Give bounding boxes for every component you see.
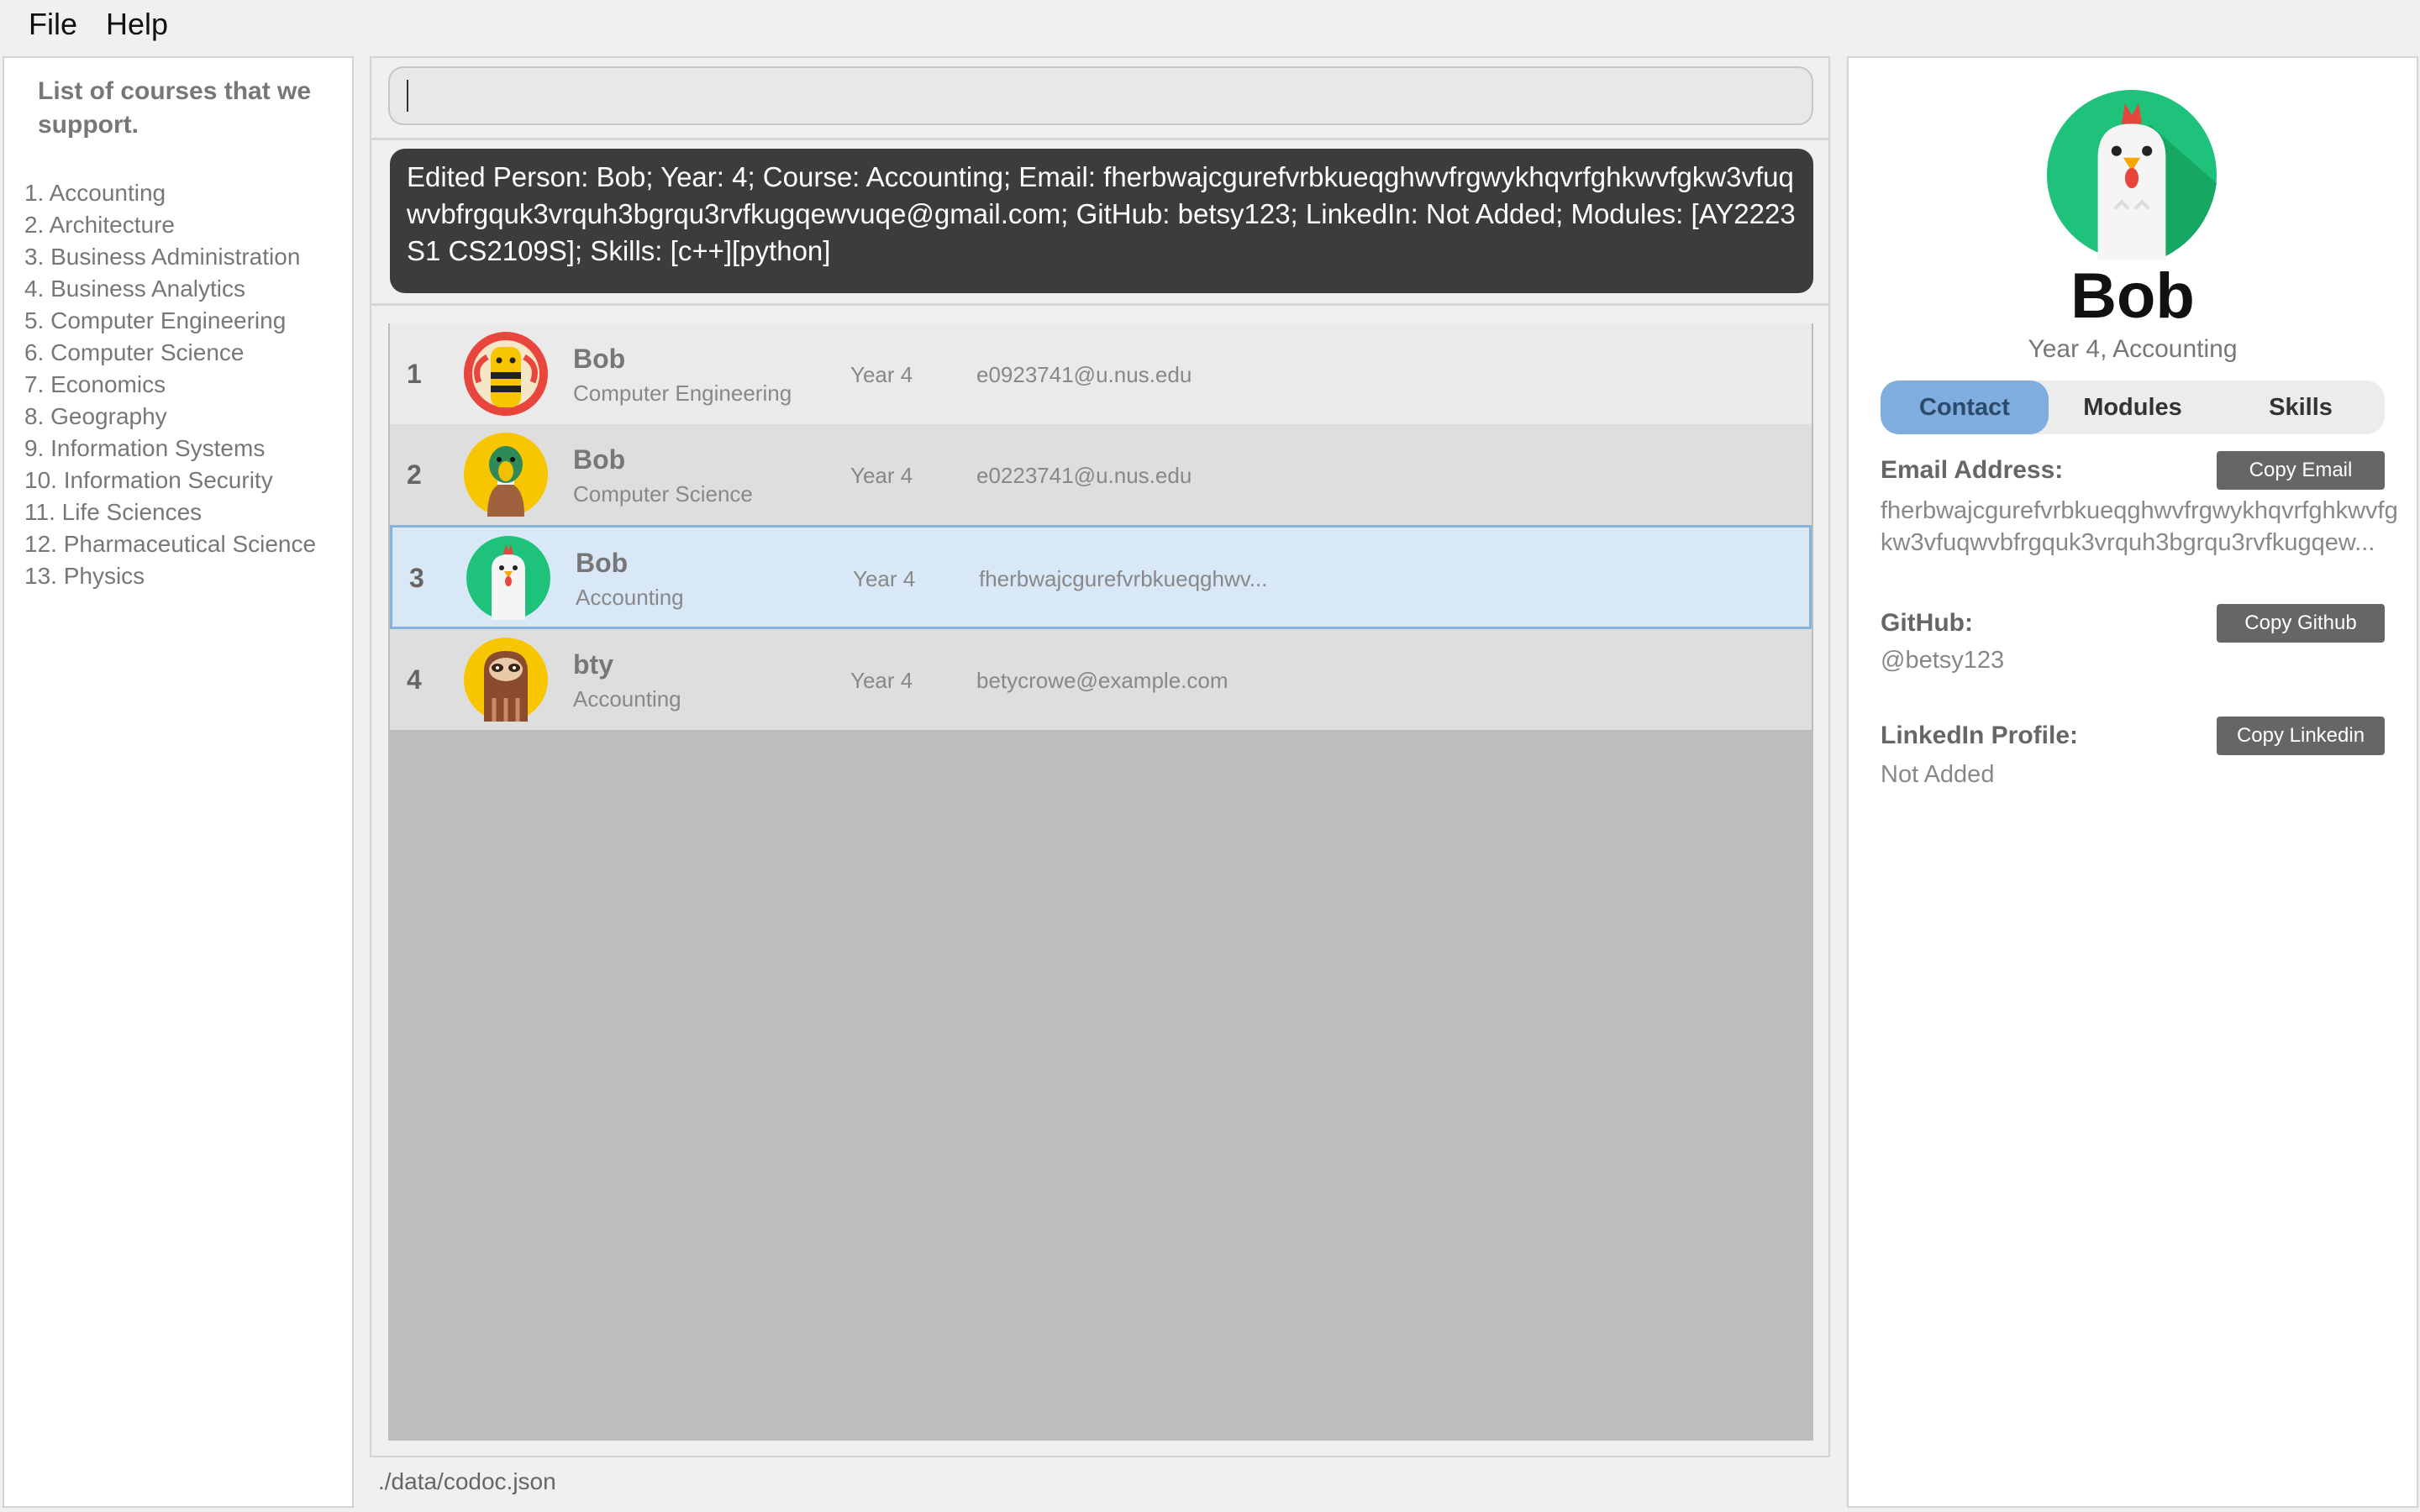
copy-linkedin-button[interactable]: Copy Linkedin [2217,717,2385,755]
email-label: Email Address: [1881,456,2064,484]
profile-name: Bob [2070,260,2195,332]
duck-icon [464,433,548,517]
course-item: 8. Geography [24,403,167,429]
linkedin-label: LinkedIn Profile: [1881,722,2079,749]
menu-help[interactable]: Help [106,7,168,42]
divider [371,303,1828,306]
result-display: Edited Person: Bob; Year: 4; Course: Acc… [390,149,1813,293]
divider [371,138,1828,140]
person-index: 2 [407,459,422,490]
copy-github-button[interactable]: Copy Github [2217,604,2385,643]
bee-icon [464,332,548,416]
copy-email-button[interactable]: Copy Email [2217,451,2385,490]
person-list[interactable]: 1 Bob Computer Engineering Year 4 e09237… [388,323,1813,1441]
person-course: Accounting [576,585,684,610]
course-list-title: List of courses that we support. [38,77,312,139]
course-list-panel: List of courses that we support. 1. Acco… [3,56,354,1508]
person-index: 3 [409,563,424,593]
person-email: e0923741@u.nus.edu [976,362,1192,387]
course-item: 9. Information Systems [24,435,266,461]
course-item: 3. Business Administration [24,244,301,270]
chicken-icon [466,536,550,620]
person-card[interactable]: 2 Bob Computer Science Year 4 e0223741@u… [390,424,1812,525]
course-item: 7. Economics [24,371,166,397]
course-item: 4. Business Analytics [24,276,246,302]
email-value: fherbwajcgurefvrbkueqghwvfrgwykhqvrfghkw… [1881,497,2398,556]
person-email: e0223741@u.nus.edu [976,463,1192,488]
person-name: bty [573,649,613,680]
tab-modules[interactable]: Modules [2049,381,2217,434]
sloth-icon [464,638,548,722]
menu-bar: File Help [0,0,2420,54]
course-item: 1. Accounting [24,180,166,206]
course-item: 2. Architecture [24,212,175,238]
person-index: 4 [407,664,422,695]
profile-subtitle: Year 4, Accounting [2028,335,2238,363]
person-year: Year 4 [850,362,913,387]
course-item: 13. Physics [24,563,145,589]
main-panel: Edited Person: Bob; Year: 4; Course: Acc… [370,56,1830,1457]
person-card-selected[interactable]: 3 Bob Accounting Year 4 fherbwajcgurefvr… [390,525,1812,629]
status-bar-path: ./data/codoc.json [378,1468,556,1494]
tab-skills[interactable]: Skills [2217,381,2385,434]
person-email: fherbwajcgurefvrbkueqghwv... [979,566,1268,591]
person-year: Year 4 [853,566,916,591]
course-item: 12. Pharmaceutical Science [24,531,317,557]
command-input[interactable] [388,66,1813,125]
profile-panel: Bob Year 4, Accounting Contact Modules S… [1847,56,2418,1508]
person-name: Bob [573,344,626,374]
course-item: 6. Computer Science [24,339,245,365]
github-label: GitHub: [1881,609,1973,637]
course-list: 1. Accounting 2. Architecture 3. Busines… [24,177,316,592]
person-name: Bob [576,548,629,578]
person-index: 1 [407,359,422,389]
person-course: Accounting [573,686,681,711]
person-card[interactable]: 4 bty Accounting Year 4 betycrowe@exampl… [390,629,1812,730]
person-course: Computer Engineering [573,381,792,406]
course-item: 11. Life Sciences [24,499,203,525]
person-email: betycrowe@example.com [976,668,1228,693]
person-year: Year 4 [850,668,913,693]
course-item: 5. Computer Engineering [24,307,287,333]
menu-file[interactable]: File [29,7,77,42]
person-name: Bob [573,444,626,475]
person-course: Computer Science [573,481,753,507]
course-item: 10. Information Security [24,467,273,493]
text-caret [407,80,408,112]
person-year: Year 4 [850,463,913,488]
chicken-icon [2047,90,2217,260]
tab-contact[interactable]: Contact [1881,381,2049,434]
github-value: @betsy123 [1881,647,2005,674]
person-card[interactable]: 1 Bob Computer Engineering Year 4 e09237… [390,323,1812,424]
profile-tabs: Contact Modules Skills [1881,381,2385,434]
linkedin-value: Not Added [1881,761,1995,788]
